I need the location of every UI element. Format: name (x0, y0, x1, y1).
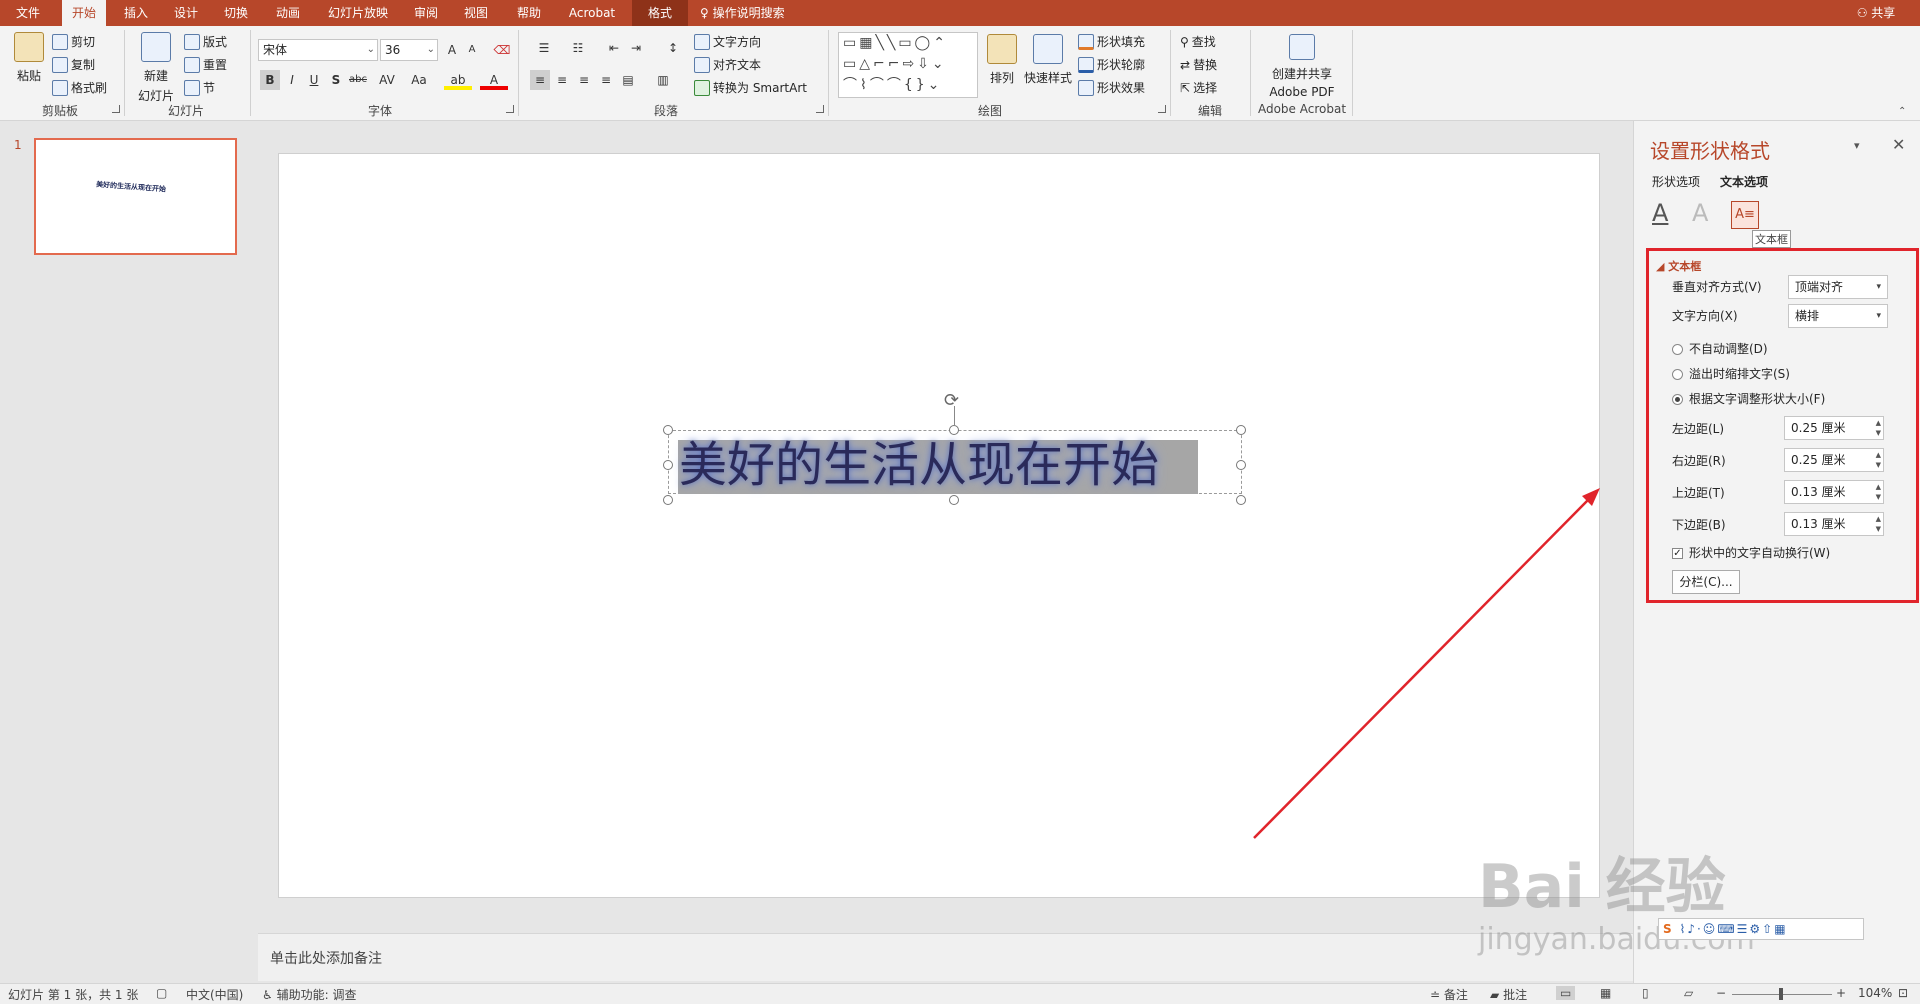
accessibility-status[interactable]: ♿ 辅助功能: 调查 (262, 986, 356, 1003)
slide-count: 幻灯片 第 1 张，共 1 张 (8, 988, 139, 1002)
sogou-logo-icon: S (1663, 922, 1674, 936)
fit-to-window-icon[interactable]: ⊡ (1898, 986, 1908, 1000)
ime-toolbar[interactable]: S ⌇♪·☺⌨☰⚙⇧▦ (1658, 918, 1864, 940)
accessibility-icon: ♿ (262, 988, 273, 1002)
slideshow-view-icon[interactable]: ▱ (1684, 986, 1693, 1000)
notes-icon: ≐ (1430, 988, 1441, 1002)
zoom-level[interactable]: 104% (1858, 986, 1892, 1000)
arrow-line (1253, 499, 1589, 839)
reading-view-icon[interactable]: ▯ (1642, 986, 1649, 1000)
comments-toggle[interactable]: ▰ 批注 (1490, 986, 1527, 1003)
language-indicator[interactable]: 中文(中国) (186, 986, 243, 1003)
zoom-in-icon[interactable]: + (1836, 986, 1846, 1000)
slide-sorter-icon[interactable]: ▦ (1600, 986, 1611, 1000)
zoom-slider-thumb[interactable] (1779, 988, 1783, 1000)
normal-view-icon[interactable]: ▭ (1556, 986, 1576, 1000)
comment-icon: ▰ (1490, 988, 1500, 1002)
baidu-watermark-logo: Bai 经验 (1478, 852, 1726, 922)
zoom-out-icon[interactable]: − (1716, 986, 1726, 1000)
notes-toggle[interactable]: ≐ 备注 (1430, 986, 1468, 1003)
spellcheck-icon[interactable]: ▢ (156, 986, 167, 1000)
status-bar: 幻灯片 第 1 张，共 1 张 ▢ 中文(中国) ♿ 辅助功能: 调查 ≐ 备注… (0, 983, 1920, 1004)
